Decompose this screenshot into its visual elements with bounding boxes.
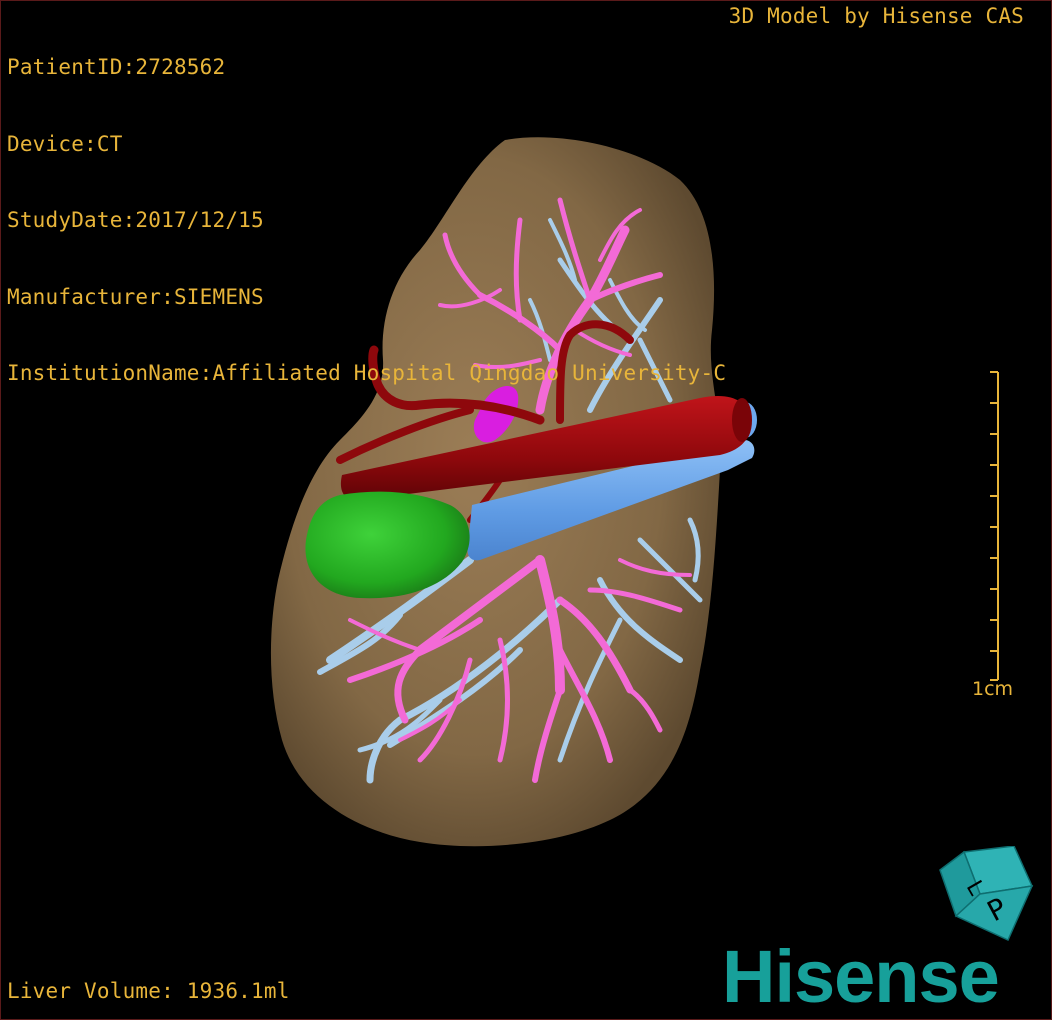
scale-bar: [990, 371, 999, 681]
device-label: Device:CT: [7, 131, 123, 156]
patient-id-label: PatientID:2728562: [7, 55, 226, 79]
study-date-label: StudyDate:2017/12/15: [7, 208, 264, 232]
manufacturer-label: Manufacturer:SIEMENS: [7, 284, 264, 309]
scale-bar-label: 1cm: [972, 678, 1014, 700]
liver-volume-readout: Liver Volume: 1936.1ml: [7, 978, 290, 1003]
study-info: PatientID:2728562 Device:CT StudyDate:20…: [7, 4, 726, 412]
hisense-logo: Hisense: [722, 935, 1000, 1018]
model-credit: 3D Model by Hisense CAS: [728, 4, 1024, 28]
institution-label: InstitutionName:Affiliated Hospital Qing…: [7, 361, 727, 385]
orientation-cube-icon[interactable]: L P: [936, 846, 1036, 946]
